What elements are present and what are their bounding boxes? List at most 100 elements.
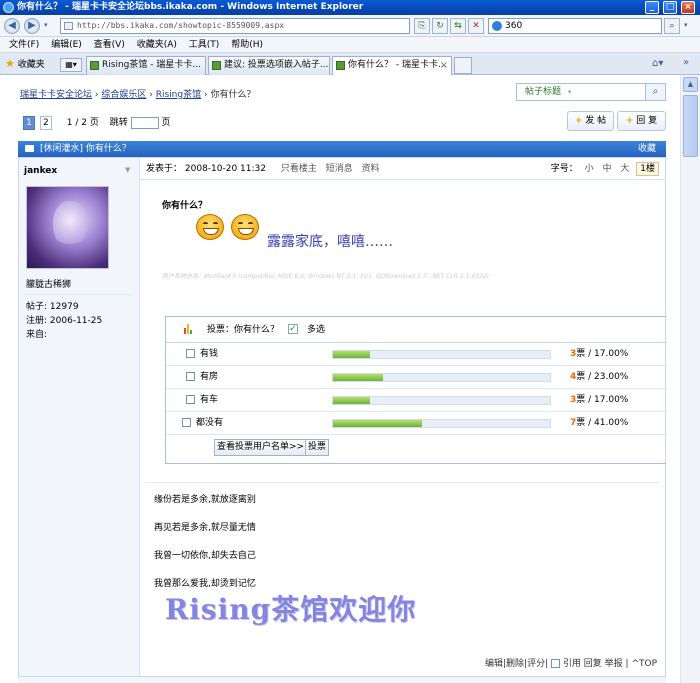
go-icon[interactable]: ⇆ <box>450 18 466 34</box>
scroll-up-icon[interactable]: ▲ <box>683 77 698 92</box>
author-name[interactable]: jankex <box>24 166 57 176</box>
tab-bar: ★ 收藏夹 ▦▾ Rising茶馆 - 瑞星卡卡... 建议: 投票选项嵌入帖子… <box>0 53 700 75</box>
post-search-icon[interactable]: ⌕ <box>645 84 665 100</box>
back-button[interactable]: ◀ <box>4 18 20 34</box>
breadcrumb-forum[interactable]: 瑞星卡卡安全论坛 <box>20 90 92 100</box>
poll-option-result: 7票 / 41.00% <box>570 418 629 428</box>
page-scrollbar[interactable]: ▲ <box>680 75 700 683</box>
poll-option-bar <box>332 373 551 382</box>
poll-option-result: 3票 / 17.00% <box>570 395 629 405</box>
search-value: 360 <box>505 21 523 31</box>
maximize-button[interactable]: □ <box>663 1 677 14</box>
post-body: 发表于： 2008-10-20 11:32 只看楼主 短消息 资料 字号： 小 … <box>140 158 667 676</box>
author-menu-icon[interactable]: ▼ <box>125 166 130 174</box>
poll-option-label: 都没有 <box>196 418 224 428</box>
breadcrumb-entertainment[interactable]: 综合娱乐区 <box>101 90 146 100</box>
back-to-top-link[interactable]: ^TOP <box>631 659 657 669</box>
url-input[interactable]: http://bbs.ikaka.com/showtopic-8559009.a… <box>60 18 410 34</box>
caret-up-icon: ^ <box>631 659 639 669</box>
favorites-button[interactable]: ★ 收藏夹 <box>5 57 45 72</box>
more-tools-icon[interactable]: » <box>683 57 689 68</box>
new-tab-button[interactable] <box>454 57 472 74</box>
quick-tabs-icon[interactable]: ▦▾ <box>60 58 82 72</box>
font-size-label: 字号： <box>550 164 578 174</box>
breadcrumb-teahouse[interactable]: Rising茶馆 <box>156 90 201 100</box>
view-voters-button[interactable]: 查看投票用户名单>> <box>214 439 308 456</box>
search-options-icon[interactable]: ▾ <box>684 21 688 29</box>
profile-link[interactable]: 资料 <box>362 164 380 174</box>
new-post-button[interactable]: + 发 帖 <box>567 111 614 131</box>
compat-view-icon[interactable]: ⎘ <box>414 18 430 34</box>
font-large-link[interactable]: 大 <box>620 164 629 174</box>
scrollbar-thumb[interactable] <box>683 95 698 157</box>
jump-page-input[interactable] <box>130 116 159 129</box>
author-from: 来自: <box>26 330 48 340</box>
post-search-input[interactable]: 帖子标题 ▾ ⌕ <box>516 83 666 101</box>
avatar <box>26 186 109 269</box>
quote-link[interactable]: 引用 <box>563 659 581 669</box>
reply-link[interactable]: 回复 <box>584 659 602 669</box>
posted-time: 2008-10-20 11:32 <box>184 164 266 174</box>
poll-option-checkbox[interactable] <box>186 349 195 358</box>
collect-button[interactable]: 收藏 <box>638 141 656 157</box>
menu-edit[interactable]: 编辑(E) <box>51 37 82 53</box>
tab-current-thread[interactable]: 你有什么？ - 瑞星卡卡... × <box>332 56 452 75</box>
message-link[interactable]: 短消息 <box>326 164 353 174</box>
forward-button[interactable]: ▶ <box>24 18 40 34</box>
page-summary: 1 / 2 页 <box>66 118 99 128</box>
vote-button[interactable]: 投票 <box>305 439 330 456</box>
font-small-link[interactable]: 小 <box>585 164 594 174</box>
refresh-icon[interactable]: ↻ <box>432 18 448 34</box>
signature-divider <box>146 482 659 483</box>
poll-option-checkbox[interactable] <box>182 418 191 427</box>
close-tab-icon[interactable]: × <box>440 57 448 74</box>
poll-option-label: 有车 <box>200 395 219 405</box>
report-link[interactable]: 举报 <box>605 659 623 669</box>
home-icon[interactable]: ⌂▾ <box>652 58 663 69</box>
minimize-button[interactable]: _ <box>645 1 659 14</box>
bar-chart-icon <box>184 324 194 334</box>
breadcrumb: 瑞星卡卡安全论坛 › 综合娱乐区 › Rising茶馆 › 你有什么？ <box>20 90 256 100</box>
poll-option-result: 4票 / 23.00% <box>570 372 629 382</box>
tab-favicon-icon <box>336 61 345 70</box>
tab-poll-suggestion[interactable]: 建议: 投票选项嵌入帖子... <box>208 56 330 75</box>
floor-badge[interactable]: 1楼 <box>636 162 659 176</box>
poll-option-bar <box>332 350 551 359</box>
menu-favorites[interactable]: 收藏夹(A) <box>137 37 177 53</box>
poll-option-checkbox[interactable] <box>186 395 195 404</box>
author-panel: jankex ▼ 朦胧古稀狮 帖子: 12979 注册: 2006-11-25 … <box>19 158 140 676</box>
menu-file[interactable]: 文件(F) <box>9 37 39 53</box>
reply-button[interactable]: + 回 复 <box>617 111 666 131</box>
jump-label: 跳转 <box>109 118 128 128</box>
tab-label: 建议: 投票选项嵌入帖子... <box>224 60 329 70</box>
close-window-button[interactable]: × <box>681 1 695 14</box>
breadcrumb-current: 你有什么？ <box>210 90 256 100</box>
menu-view[interactable]: 查看(V) <box>94 37 125 53</box>
select-post-checkbox[interactable] <box>551 659 560 668</box>
page-1-button[interactable]: 1 <box>23 116 35 130</box>
page-2-button[interactable]: 2 <box>39 116 52 130</box>
menu-tools[interactable]: 工具(T) <box>189 37 220 53</box>
delete-link[interactable]: 删除 <box>506 659 524 669</box>
search-input[interactable]: 360 <box>488 18 662 34</box>
ie-icon <box>3 2 14 13</box>
menu-bar: 文件(F) 编辑(E) 查看(V) 收藏夹(A) 工具(T) 帮助(H) <box>0 37 700 53</box>
stop-icon[interactable]: ✕ <box>468 18 484 34</box>
signature-line: 我曾一切依你,却失去自己 <box>154 551 256 561</box>
search-scope-icon: ▾ <box>567 88 572 96</box>
author-registered: 注册: 2006-11-25 <box>26 316 103 326</box>
edit-link[interactable]: 编辑 <box>485 659 503 669</box>
post-footer: 编辑|删除|评分| 引用 回复 举报 | ^TOP <box>484 659 657 669</box>
grin-emoticon-icon <box>231 214 259 240</box>
menu-help[interactable]: 帮助(H) <box>231 37 263 53</box>
only-author-link[interactable]: 只看楼主 <box>281 164 317 174</box>
font-medium-link[interactable]: 中 <box>602 164 611 174</box>
history-dropdown-icon[interactable]: ▾ <box>44 21 48 29</box>
favorites-star-icon: ★ <box>5 57 15 70</box>
tab-rising-teahouse[interactable]: Rising茶馆 - 瑞星卡卡... <box>86 56 206 75</box>
search-icon[interactable]: ⌕ <box>664 18 680 34</box>
poll-option-checkbox[interactable] <box>186 372 195 381</box>
tab-favicon-icon <box>212 61 221 70</box>
multi-check-icon: ✓ <box>288 324 298 334</box>
rate-link[interactable]: 评分 <box>527 659 545 669</box>
